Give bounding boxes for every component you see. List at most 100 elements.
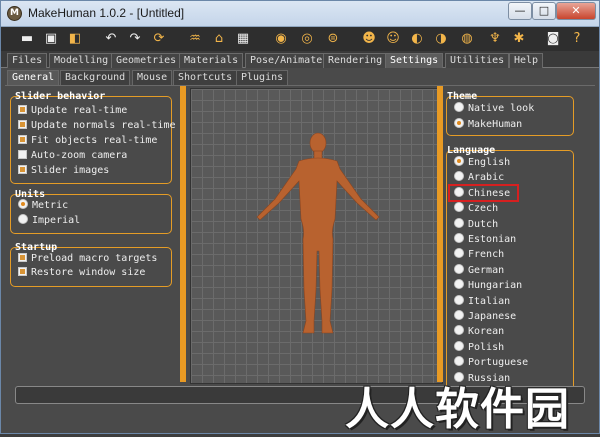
units-option-imperial[interactable]: Imperial [18, 214, 80, 228]
main-window: M MakeHuman 1.0.2 - [Untitled] — □ ✕ ▬ ▣ ◧… [0, 0, 600, 435]
radio-button[interactable] [454, 263, 464, 274]
checkbox[interactable] [18, 135, 27, 144]
radio-button[interactable] [454, 310, 464, 320]
language-option-italian[interactable]: Italian [454, 294, 510, 309]
subtab-mouse[interactable]: Mouse [132, 70, 173, 85]
reset-camera-icon[interactable]: ◍ [457, 29, 477, 49]
checkbox[interactable] [18, 150, 27, 159]
tab-files[interactable]: Files [7, 53, 48, 68]
startup-option-restore-window-size[interactable]: Restore window size [18, 266, 145, 280]
tab-rendering[interactable]: Rendering [323, 53, 388, 68]
theme-list: Native look MakeHuman [446, 102, 574, 136]
radio-button[interactable] [18, 214, 28, 224]
tab-materials[interactable]: Materials [179, 53, 244, 68]
close-button[interactable]: ✕ [556, 2, 596, 20]
subtab-general[interactable]: General [7, 70, 60, 85]
subtab-background[interactable]: Background [60, 70, 131, 85]
tab-modelling[interactable]: Modelling [49, 53, 114, 68]
slider_behavior-option-update-real-time[interactable]: Update real-time [18, 104, 127, 118]
startup-option-preload-macro-targets[interactable]: Preload macro targets [18, 252, 157, 266]
view-left-icon[interactable]: ◐ [407, 29, 427, 49]
language-option-label: Hungarian [468, 280, 523, 292]
redo-icon[interactable]: ↷ [125, 29, 145, 49]
language-option-label: Estonian [468, 234, 517, 245]
export-icon[interactable]: ◧ [65, 29, 85, 49]
radio-button[interactable] [454, 202, 464, 213]
smooth-icon[interactable]: ♒ [185, 29, 205, 49]
units-option-metric[interactable]: Metric [18, 199, 68, 213]
view-side-icon[interactable]: ⊜ [323, 29, 343, 49]
view-right-icon[interactable]: ◑ [431, 29, 451, 49]
radio-button[interactable] [454, 294, 464, 305]
subtab-shortcuts[interactable]: Shortcuts [173, 70, 238, 85]
language-option-estonian[interactable]: Estonian [454, 233, 516, 247]
checkbox[interactable] [18, 105, 27, 114]
radio-button[interactable] [454, 102, 464, 112]
tab-poseanimate[interactable]: Pose/Animate [245, 53, 328, 68]
radio-button[interactable] [454, 156, 464, 166]
toolbar: ▬ ▣ ◧ ↶ ↷ ⟳ ♒ ⌂ ▦ ◉ ◎ ⊜ ☻ ☺ ◐ ◑ ◍ ♆ ✱ ◙? [1, 27, 599, 51]
window-title: MakeHuman 1.0.2 - [Untitled] [28, 6, 185, 20]
language-option-english[interactable]: English [454, 156, 510, 170]
language-option-polish[interactable]: Polish [454, 340, 504, 355]
radio-button[interactable] [454, 171, 464, 182]
radio-button[interactable] [454, 325, 464, 336]
checkbox[interactable] [18, 120, 27, 129]
checkbox[interactable] [18, 267, 27, 276]
slider_behavior-option-update-normals-real-time[interactable]: Update normals real-time [18, 119, 176, 133]
language-option-japanese[interactable]: Japanese [454, 310, 516, 324]
theme-option-label: MakeHuman [468, 118, 523, 130]
view-back-icon[interactable]: ◎ [297, 29, 317, 49]
language-option-dutch[interactable]: Dutch [454, 217, 498, 232]
theme-option-makehuman[interactable]: MakeHuman [454, 117, 523, 132]
language-option-french[interactable]: French [454, 248, 504, 262]
view-front-icon[interactable]: ◉ [271, 29, 291, 49]
camera-icon[interactable]: ◙ [543, 29, 563, 49]
radio-button[interactable] [454, 217, 464, 228]
tab-geometries[interactable]: Geometries [111, 53, 182, 68]
subtab-plugins[interactable]: Plugins [236, 70, 289, 85]
reset-icon[interactable]: ⟳ [149, 29, 169, 49]
checker-icon[interactable]: ▦ [233, 29, 253, 49]
language-option-label: Czech [468, 203, 499, 215]
app-logo-icon: M [7, 6, 22, 21]
radio-button[interactable] [454, 233, 464, 243]
maximize-button[interactable]: □ [532, 2, 556, 20]
left-panel-scrollbar[interactable] [180, 86, 186, 382]
checkbox[interactable] [18, 253, 27, 262]
radio-button[interactable] [454, 340, 464, 351]
language-option-czech[interactable]: Czech [454, 202, 498, 216]
disk-icon[interactable]: ▣ [41, 29, 61, 49]
checkbox[interactable] [18, 165, 27, 174]
slider_behavior-option-slider-images[interactable]: Slider images [18, 164, 109, 178]
view-bottom-icon[interactable]: ☺ [383, 29, 403, 49]
3d-viewport[interactable] [190, 88, 443, 384]
slider_behavior-option-fit-objects-real-time[interactable]: Fit objects real-time [18, 134, 157, 148]
language-option-hungarian[interactable]: Hungarian [454, 279, 522, 293]
pose-icon[interactable]: ✱ [509, 29, 529, 49]
tab-utilities[interactable]: Utilities [445, 53, 510, 68]
language-option-german[interactable]: German [454, 263, 504, 278]
radio-button[interactable] [454, 279, 464, 290]
units-list: Metric Imperial [10, 199, 170, 233]
language-option-portuguese[interactable]: Portuguese [454, 356, 528, 370]
save-icon[interactable]: ▬ [17, 29, 37, 49]
watermark: 人人软件园 [345, 384, 570, 435]
radio-button[interactable] [454, 248, 464, 259]
title-bar[interactable]: M MakeHuman 1.0.2 - [Untitled] — □ ✕ [1, 1, 599, 27]
radio-button[interactable] [18, 199, 28, 209]
tab-settings[interactable]: Settings [385, 53, 444, 68]
radio-button[interactable] [454, 117, 464, 128]
view-top-icon[interactable]: ☻ [359, 29, 379, 49]
undo-icon[interactable]: ↶ [101, 29, 121, 49]
language-option-korean[interactable]: Korean [454, 325, 504, 339]
radio-button[interactable] [454, 356, 464, 367]
help-icon[interactable]: ? [567, 29, 587, 49]
hands-icon[interactable]: ♆ [485, 29, 505, 49]
minimize-button[interactable]: — [508, 2, 532, 20]
theme-option-native-look[interactable]: Native look [454, 102, 534, 116]
right-panel-scrollbar[interactable] [437, 86, 443, 382]
tab-help[interactable]: Help [509, 53, 544, 68]
slider_behavior-option-auto-zoom-camera[interactable]: Auto-zoom camera [18, 149, 127, 163]
wireframe-icon[interactable]: ⌂ [209, 29, 229, 49]
